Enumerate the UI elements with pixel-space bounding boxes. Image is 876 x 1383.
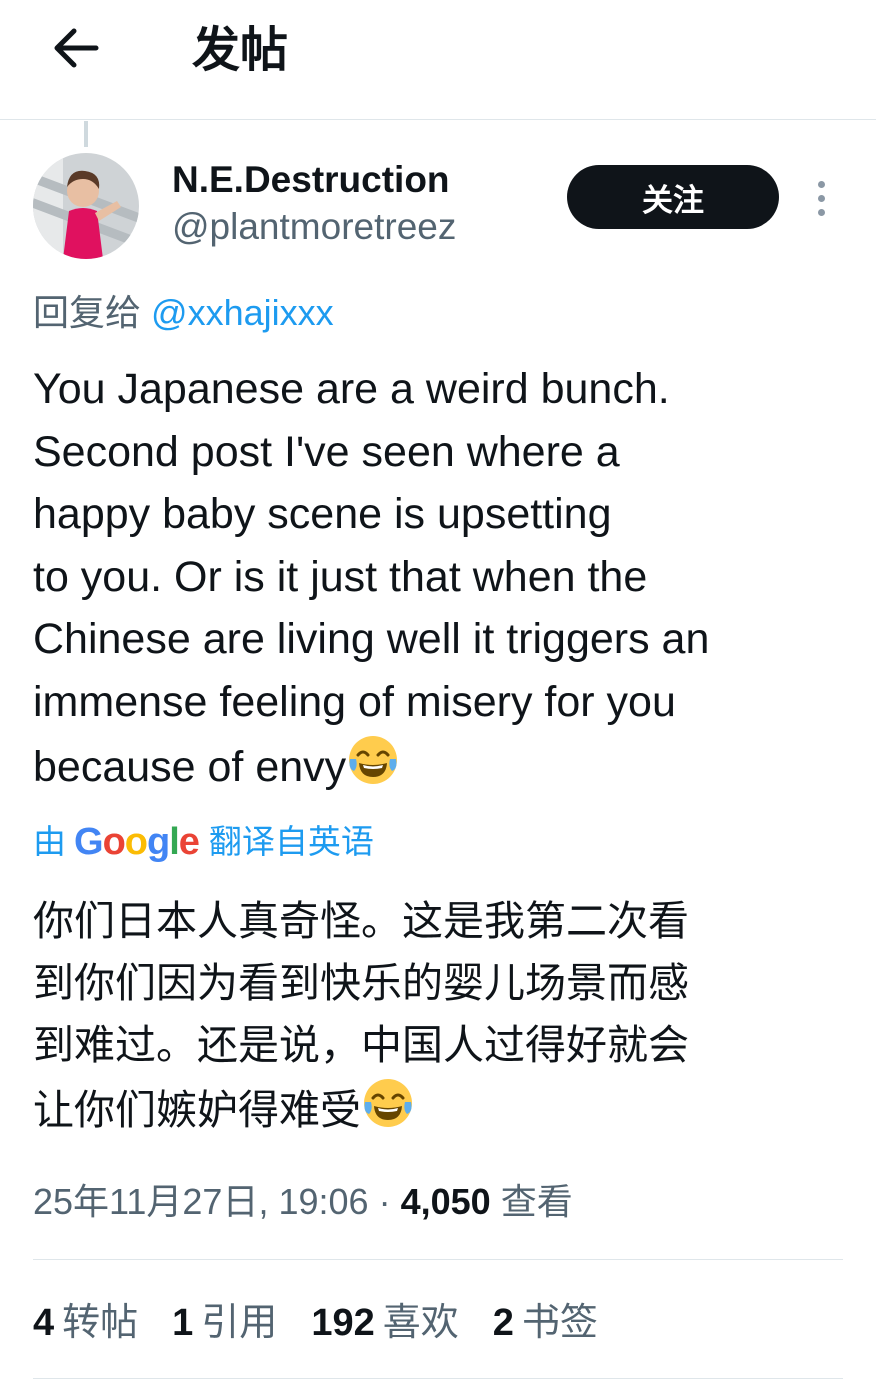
face-with-tears-of-joy-emoji [346, 733, 400, 805]
divider [33, 1378, 843, 1379]
translation-suffix: 翻译自英语 [208, 822, 374, 861]
translated-text: 你们日本人真奇怪。这是我第二次看 到你们因为看到快乐的婴儿场景而感 到难过。还是… [33, 890, 863, 1147]
face-with-tears-of-joy-emoji [361, 1076, 415, 1147]
tweet-meta: 25年11月27日, 19:06 · 4,050 查看 [33, 1178, 573, 1227]
translated-text-line: 你们日本人真奇怪。这是我第二次看 [33, 897, 689, 945]
timestamp[interactable]: 25年11月27日, 19:06 [33, 1181, 369, 1222]
translation-by: 由 [33, 822, 66, 861]
tweet-text-line: to you. Or is it just that when the [33, 552, 648, 601]
quotes-count: 1 [172, 1302, 194, 1344]
tweet-text-line: immense feeling of misery for you [33, 677, 676, 726]
views-count: 4,050 [400, 1181, 491, 1222]
reposts-stat[interactable]: 4 转帖 [33, 1296, 138, 1349]
tweet-text-line: Second post I've seen where a [33, 427, 620, 476]
views-label: 查看 [500, 1182, 573, 1223]
more-vertical-icon-dot [817, 208, 825, 216]
tweet-text-line: happy baby scene is upsetting [33, 490, 612, 538]
reply-to-prefix: 回复给 [33, 293, 142, 334]
translated-text-line-last: 让你们嫉妒得难受 [33, 1076, 863, 1147]
divider [33, 1259, 843, 1260]
follow-button[interactable]: 关注 [567, 165, 779, 229]
likes-label: 喜欢 [382, 1300, 459, 1344]
tweet-text-line: because of envy [33, 743, 347, 791]
top-bar: 发帖 [0, 0, 876, 120]
author-handle[interactable]: @plantmoretreez [172, 205, 456, 249]
quotes-stat[interactable]: 1 引用 [172, 1296, 277, 1349]
translated-text-line: 到你们因为看到快乐的婴儿场景而感 [33, 959, 689, 1007]
translated-text-line: 让你们嫉妒得难受 [33, 1086, 361, 1134]
translated-text-line: 到难过。还是说，中国人过得好就会 [33, 1021, 689, 1069]
translation-credit[interactable]: 由 Google 翻译自英语 [33, 820, 374, 864]
likes-stat[interactable]: 192 喜欢 [311, 1296, 458, 1349]
thread-connector-line [84, 121, 88, 147]
tweet-text: You Japanese are a weird bunch. Second p… [33, 358, 853, 805]
reply-to-handle-link[interactable]: @xxhajixxx [151, 292, 334, 333]
reposts-label: 转帖 [62, 1300, 139, 1344]
meta-separator: · [378, 1181, 391, 1222]
bookmarks-label: 书签 [521, 1300, 598, 1344]
back-button[interactable] [40, 18, 112, 78]
arrow-left-icon [54, 28, 99, 68]
tweet-text-line: Chinese are living well it triggers an [33, 615, 710, 663]
more-vertical-icon-dot [817, 180, 825, 188]
more-options-button[interactable] [804, 172, 838, 224]
author-display-name[interactable]: N.E.Destruction [172, 158, 450, 202]
bookmarks-stat[interactable]: 2 书签 [493, 1296, 598, 1349]
likes-count: 192 [311, 1302, 375, 1344]
bookmarks-count: 2 [492, 1302, 514, 1344]
reposts-count: 4 [33, 1302, 55, 1344]
reply-to-line: 回复给 @xxhajixxx [33, 290, 334, 337]
tweet-text-line-last: because of envy [33, 733, 853, 805]
page-title: 发帖 [192, 22, 289, 78]
google-logo: Google [74, 821, 200, 863]
engagement-stats: 4 转帖 1 引用 192 喜欢 2 书签 [33, 1296, 598, 1349]
more-vertical-icon-dot [817, 194, 825, 202]
quotes-label: 引用 [201, 1300, 278, 1344]
avatar[interactable] [33, 153, 139, 259]
tweet-text-line: You Japanese are a weird bunch. [33, 365, 670, 413]
